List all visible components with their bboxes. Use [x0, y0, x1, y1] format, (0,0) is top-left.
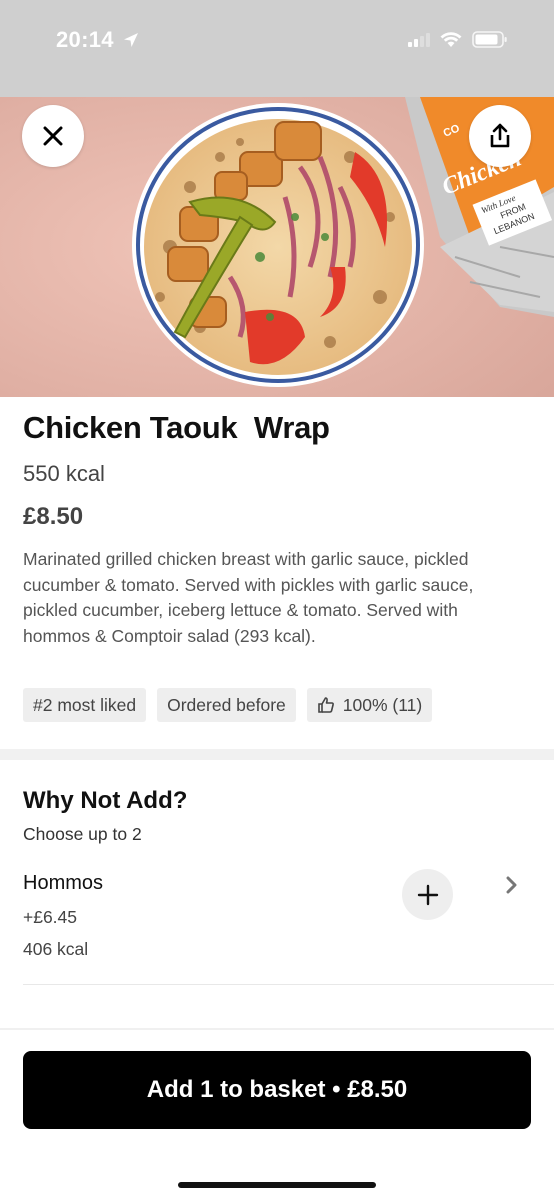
plus-icon	[417, 884, 438, 905]
signal-icon	[408, 32, 430, 47]
add-to-basket-button[interactable]: Add 1 to basket • £8.50	[23, 1051, 531, 1129]
chevron-right-icon[interactable]	[505, 874, 519, 901]
home-indicator[interactable]	[178, 1182, 376, 1188]
addon-option-kcal: 406 kcal	[23, 939, 89, 959]
item-title: Chicken Taouk Wrap	[23, 410, 330, 445]
status-time: 20:14	[56, 27, 140, 53]
close-button[interactable]	[22, 105, 84, 167]
badge-label: 100% (11)	[342, 694, 423, 715]
item-price: £8.50	[23, 503, 84, 530]
badge-label: Ordered before	[167, 694, 286, 715]
time-text: 20:14	[56, 27, 114, 52]
badge-row: #2 most liked Ordered before 100% (11)	[23, 688, 433, 722]
wifi-icon	[440, 31, 462, 47]
badge-ordered-before: Ordered before	[157, 688, 296, 722]
item-kcal: 550 kcal	[23, 461, 105, 486]
location-arrow-icon	[124, 33, 139, 47]
footer-divider	[0, 1028, 554, 1030]
close-icon	[43, 126, 63, 146]
share-button[interactable]	[469, 105, 531, 167]
status-icons	[408, 31, 508, 48]
battery-icon	[472, 31, 507, 48]
item-description: Marinated grilled chicken breast with ga…	[23, 549, 474, 646]
status-bar: 20:14	[0, 0, 554, 97]
section-divider	[0, 749, 554, 760]
add-hommos-button[interactable]	[402, 869, 453, 920]
addon-option-name: Hommos	[23, 872, 104, 894]
share-icon	[490, 123, 510, 148]
badge-label: #2 most liked	[33, 694, 137, 715]
addon-option-price: +£6.45	[23, 907, 78, 927]
addons-title: Why Not Add?	[23, 787, 188, 814]
badge-most-liked: #2 most liked	[23, 688, 147, 722]
badge-rating: 100% (11)	[306, 688, 433, 722]
addons-subtitle: Choose up to 2	[23, 824, 142, 844]
add-to-basket-label: Add 1 to basket • £8.50	[146, 1076, 408, 1103]
option-divider	[23, 984, 554, 985]
thumbs-up-icon	[317, 697, 334, 713]
